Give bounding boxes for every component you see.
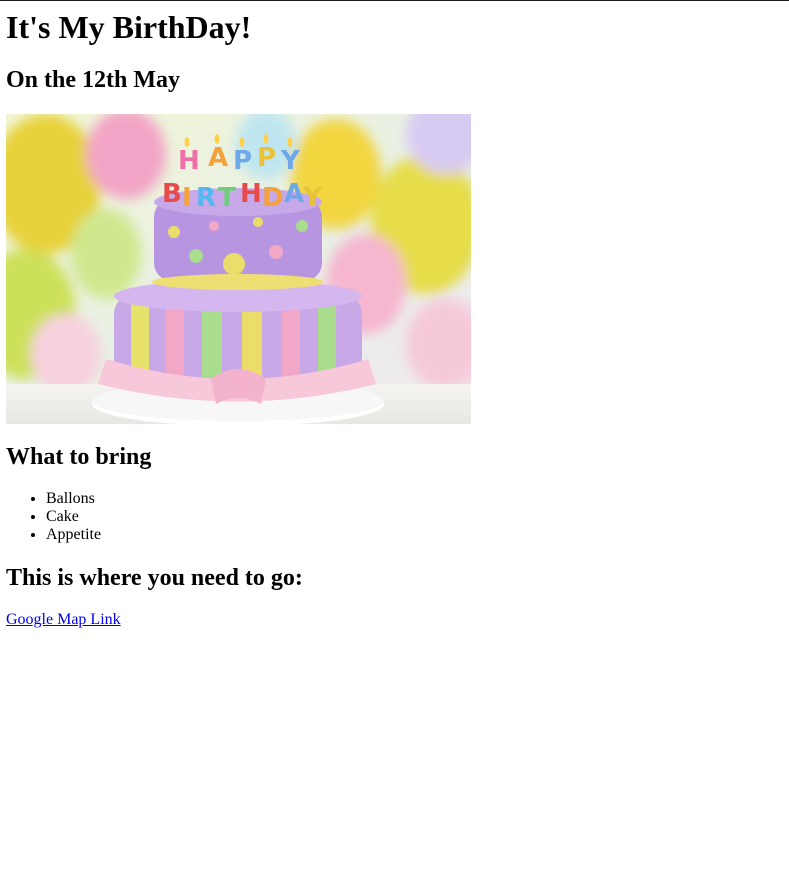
- what-to-bring-heading: What to bring: [6, 444, 152, 470]
- bring-list: Ballons Cake Appetite: [6, 490, 101, 544]
- candle-letter: A: [208, 143, 228, 173]
- page-title: It's My BirthDay!: [6, 9, 252, 45]
- candle-letter: P: [233, 146, 252, 176]
- candle-letter: H: [240, 179, 262, 209]
- candle-letter: T: [218, 183, 236, 213]
- google-map-link[interactable]: Google Map Link: [6, 611, 121, 629]
- list-item: Ballons: [46, 490, 101, 508]
- candle-letter: Y: [302, 183, 323, 213]
- date-heading: On the 12th May: [6, 67, 180, 93]
- candle-letter: I: [182, 183, 192, 213]
- birthday-cake-image: H A P P Y B I R T H D A Y: [6, 114, 471, 424]
- list-item: Cake: [46, 508, 101, 526]
- candle-letter: Y: [280, 146, 301, 176]
- candle-letter: P: [257, 143, 276, 173]
- candle-letter: D: [262, 183, 284, 213]
- location-heading: This is where you need to go:: [6, 565, 303, 591]
- candle-letter: R: [196, 183, 216, 213]
- candle-letter: H: [178, 146, 200, 176]
- candle-letter: A: [284, 179, 304, 209]
- list-item: Appetite: [46, 526, 101, 544]
- top-border: [0, 0, 789, 1]
- candle-letter: B: [162, 179, 182, 209]
